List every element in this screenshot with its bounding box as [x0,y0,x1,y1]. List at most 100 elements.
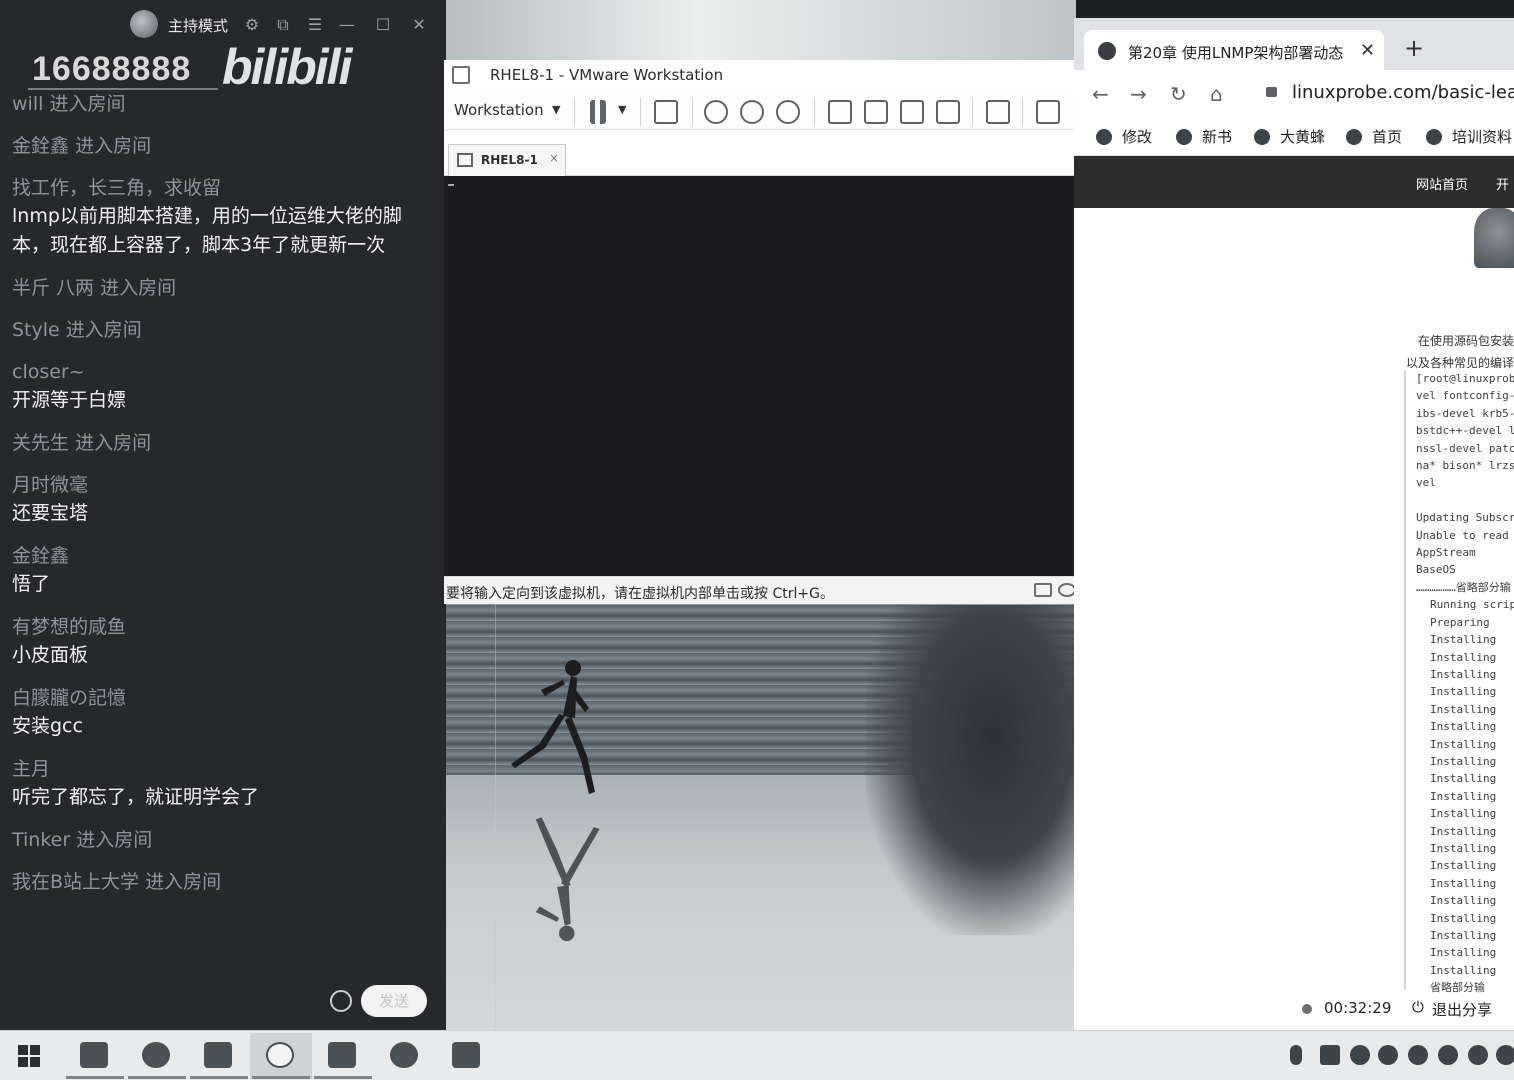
comment-item[interactable]: 关先生 进入房间 [12,429,432,457]
comment-item[interactable]: 有梦想的咸鱼 小皮面板 [12,613,432,670]
new-tab-icon[interactable]: + [1404,36,1424,60]
stretch-guest-icon[interactable] [1036,100,1060,124]
library-view-icon[interactable] [828,100,852,124]
qq-icon[interactable] [1378,1045,1398,1065]
lock-icon[interactable] [1266,87,1277,97]
console-cursor [448,184,454,186]
comment-list[interactable]: will 进入房间 金銓鑫 进入房间 找工作，长三角，求收留 lnmp以前用脚本搭建，… [12,90,432,910]
comment-username[interactable]: 半斤 八两 [12,277,94,299]
forward-arrow-icon[interactable]: → [1130,82,1147,106]
taskbar-app-bird[interactable] [374,1033,436,1079]
reload-icon[interactable]: ↻ [1170,82,1187,106]
popout-icon[interactable]: ⧉ [274,16,292,34]
code-line: Installing [1430,772,1497,786]
comment-text: 开源等于白嫖 [12,389,127,411]
comment-username[interactable]: 白朦朧の記憶 [12,687,126,709]
pause-menu-chevron-icon[interactable]: ▼ [618,103,626,116]
comment-username[interactable]: will [12,93,43,115]
windows-start-icon[interactable] [18,1045,40,1067]
qq-icon[interactable] [1408,1045,1428,1065]
chevron-down-icon[interactable]: ▼ [552,103,560,116]
comment-username[interactable]: 主月 [12,758,50,780]
comment-username[interactable]: 金銓鑫 [12,135,69,157]
comment-username[interactable]: Tinker [12,829,70,851]
comment-username[interactable]: closer~ [12,361,85,383]
tab-close-icon[interactable]: × [549,151,559,165]
home-icon[interactable]: ⌂ [1210,82,1223,106]
taskbar-app-c[interactable] [312,1033,374,1079]
send-button[interactable]: 发送 [361,985,427,1017]
site-nav-link[interactable]: 网站首页 [1416,174,1468,193]
revert-snapshot-icon[interactable] [740,100,764,124]
thumbnail-view-icon[interactable] [864,100,888,124]
comment-item[interactable]: will 进入房间 [12,90,432,118]
vmware-titlebar[interactable]: RHEL8-1 - VMware Workstation [444,60,1076,90]
bookmark-item[interactable]: 培训资料 [1426,126,1512,147]
tab-rhel8-1[interactable]: RHEL8-1 × [448,144,566,176]
emoji-icon[interactable] [330,990,352,1012]
taskbar-file-explorer[interactable] [64,1033,126,1079]
comment-item[interactable]: 半斤 八两 进入房间 [12,274,432,302]
code-line: Installing [1430,911,1497,925]
comment-item[interactable]: 白朦朧の記憶 安装gcc [12,684,432,741]
qq-icon[interactable] [1468,1045,1488,1065]
site-nav-link[interactable]: 开 [1496,174,1509,193]
comment-username[interactable]: Style [12,319,60,341]
unity-icon[interactable] [936,100,960,124]
comment-username[interactable]: 有梦想的咸鱼 [12,616,126,638]
host-avatar[interactable] [130,10,158,38]
address-bar[interactable]: linuxprobe.com/basic-learn [1292,82,1514,103]
exit-share-button[interactable]: 退出分享 [1432,999,1492,1020]
comment-username[interactable]: 我在B站上大学 [12,871,139,893]
bookmark-item[interactable]: 首页 [1346,126,1402,147]
comment-username[interactable]: 金銓鑫 [12,545,69,567]
comment-item[interactable]: 找工作，长三角，求收留 lnmp以前用脚本搭建，用的一位运维大佬的脚本，现在都上容… [12,174,432,260]
comment-item[interactable]: 我在B站上大学 进入房间 [12,868,432,896]
code-line: na* bison* lrzs [1416,459,1514,473]
app-running-bar [252,1076,310,1079]
vm-console-screen[interactable] [444,176,1076,576]
comment-item[interactable]: 月时微毫 还要宝塔 [12,471,432,528]
comment-item[interactable]: closer~ 开源等于白嫖 [12,358,432,415]
console-icon[interactable] [986,100,1010,124]
send-ctrl-alt-del-icon[interactable] [654,100,678,124]
taskbar-bilibili-live[interactable] [250,1033,312,1079]
tab-close-icon[interactable]: ✕ [1360,40,1375,61]
qq-icon[interactable] [1438,1045,1458,1065]
snapshot-manager-icon[interactable] [776,100,800,124]
snapshot-icon[interactable] [704,100,728,124]
maximize-icon[interactable]: ☐ [374,16,392,34]
bookmark-item[interactable]: 修改 [1096,126,1152,147]
comment-item[interactable]: 主月 听完了都忘了，就证明学会了 [12,755,432,812]
settings-icon[interactable]: ⚙ [243,16,261,34]
bookmark-item[interactable]: 新书 [1176,126,1232,147]
browser-tab[interactable]: 第20章 使用LNMP架构部署动态 ✕ [1084,30,1384,70]
comment-username[interactable]: 月时微毫 [12,474,88,496]
comment-username[interactable]: 关先生 [12,432,69,454]
device-icon[interactable] [1034,583,1052,597]
join-room-notice: 进入房间 [49,93,126,115]
taskbar-app-screen[interactable] [436,1033,498,1079]
workstation-menu[interactable]: Workstation [454,101,544,119]
full-screen-icon[interactable] [900,100,924,124]
tray-app-icon[interactable] [1320,1045,1340,1065]
close-icon[interactable]: ✕ [410,16,428,34]
tray-app-icon[interactable] [1496,1045,1514,1065]
comment-item[interactable]: 金銓鑫 悟了 [12,542,432,599]
taskbar-vmware[interactable] [188,1033,250,1079]
power-icon[interactable]: ⏻ [1412,998,1424,1016]
host-mode-label[interactable]: 主持模式 [168,15,228,36]
bookmark-item[interactable]: 大黄蜂 [1254,126,1325,147]
comment-item[interactable]: Tinker 进入房间 [12,826,432,854]
page-content: 在使用源码包安装服 以及各种常见的编译 [root@linuxprob vel f… [1074,208,1514,1030]
microphone-icon[interactable] [1290,1045,1302,1065]
back-arrow-icon[interactable]: ← [1092,82,1109,106]
menu-icon[interactable]: ☰ [306,16,324,34]
comment-item[interactable]: Style 进入房间 [12,316,432,344]
comment-username[interactable]: 找工作，长三角，求收留 [12,177,221,199]
tray-app-icon[interactable] [1350,1045,1370,1065]
taskbar-browser[interactable] [126,1033,188,1079]
pause-icon[interactable] [590,100,606,124]
minimize-icon[interactable]: — [338,16,356,34]
comment-item[interactable]: 金銓鑫 进入房间 [12,132,432,160]
